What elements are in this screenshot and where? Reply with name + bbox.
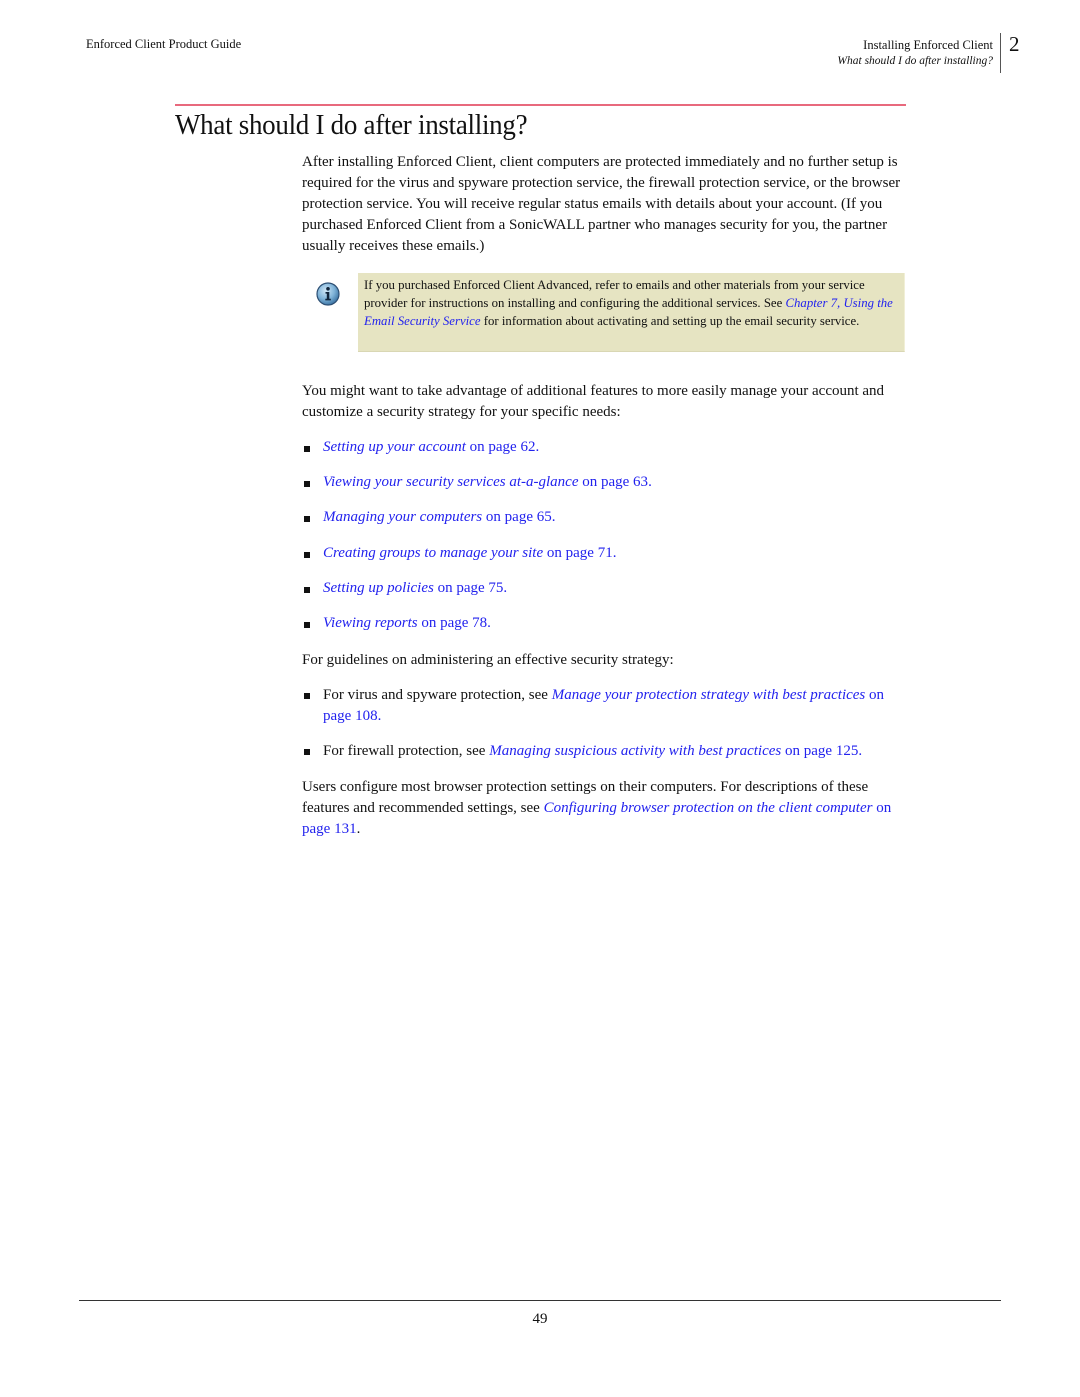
page-title: What should I do after installing? — [175, 109, 528, 141]
list-item-end: . — [612, 545, 617, 561]
page-ref-link[interactable]: on page 62 — [466, 439, 536, 455]
header-book-title: Enforced Client Product Guide — [86, 37, 242, 51]
feature-link[interactable]: Viewing your security services at-a-glan… — [323, 474, 578, 490]
header-chapter-info: Installing Enforced Client What should I… — [837, 37, 993, 69]
header-chapter-title: Installing Enforced Client — [863, 38, 993, 52]
feature-link[interactable]: Managing your computers — [323, 509, 482, 525]
page-ref-link[interactable]: on page 65 — [482, 509, 552, 525]
bullet-icon — [304, 749, 310, 755]
list-item-end: . — [648, 474, 652, 490]
guideline-link[interactable]: Manage your protection strategy with bes… — [552, 687, 866, 703]
bullet-icon — [304, 552, 310, 558]
intro-paragraph: After installing Enforced Client, client… — [302, 154, 901, 254]
guideline-prefix: For firewall protection, see — [323, 743, 490, 759]
bullet-icon — [304, 446, 310, 452]
features-intro: You might want to take advantage of addi… — [302, 383, 885, 420]
bullet-icon — [304, 587, 310, 593]
list-item-end: . — [535, 439, 540, 455]
page-ref-link[interactable]: on page 63 — [578, 474, 648, 490]
page-ref-link[interactable]: on page 71 — [543, 545, 613, 561]
note-text-after: for information about activating and set… — [480, 314, 860, 328]
feature-link[interactable]: Setting up your account — [323, 439, 466, 455]
feature-link[interactable]: Creating groups to manage your site — [323, 545, 543, 561]
closing-link[interactable]: Configuring browser protection on the cl… — [544, 800, 873, 816]
header-divider — [1000, 33, 1001, 73]
bullet-icon — [304, 516, 310, 522]
guideline-prefix: For virus and spyware protection, see — [323, 687, 552, 703]
note-box: If you purchased Enforced Client Advance… — [358, 273, 905, 352]
list-item-end: . — [503, 580, 508, 596]
info-icon — [316, 282, 340, 306]
list-item-end: . — [377, 708, 382, 724]
bullet-icon — [304, 622, 310, 628]
list-item-end: . — [858, 743, 863, 759]
guidelines-intro: For guidelines on administering an effec… — [302, 652, 674, 668]
bullet-icon — [304, 693, 310, 699]
closing-paragraph: Users configure most browser protection … — [302, 777, 908, 840]
page-ref-link[interactable]: on page 78 — [418, 615, 487, 631]
guideline-link[interactable]: Managing suspicious activity with best p… — [489, 743, 781, 759]
list-item-end: . — [551, 509, 556, 525]
footer-rule — [79, 1300, 1001, 1301]
page-ref-link[interactable]: on page 75 — [434, 580, 504, 596]
feature-link[interactable]: Setting up policies — [323, 580, 434, 596]
closing-end: . — [356, 821, 361, 837]
page-ref-link[interactable]: on page 125 — [781, 743, 858, 759]
title-rule — [175, 104, 906, 106]
feature-link[interactable]: Viewing reports — [323, 615, 418, 631]
page-number: 49 — [532, 1311, 548, 1327]
header-section-title: What should I do after installing? — [837, 55, 993, 67]
chapter-number: 2 — [1009, 32, 1020, 56]
list-item-end: . — [487, 615, 491, 631]
bullet-icon — [304, 481, 310, 487]
